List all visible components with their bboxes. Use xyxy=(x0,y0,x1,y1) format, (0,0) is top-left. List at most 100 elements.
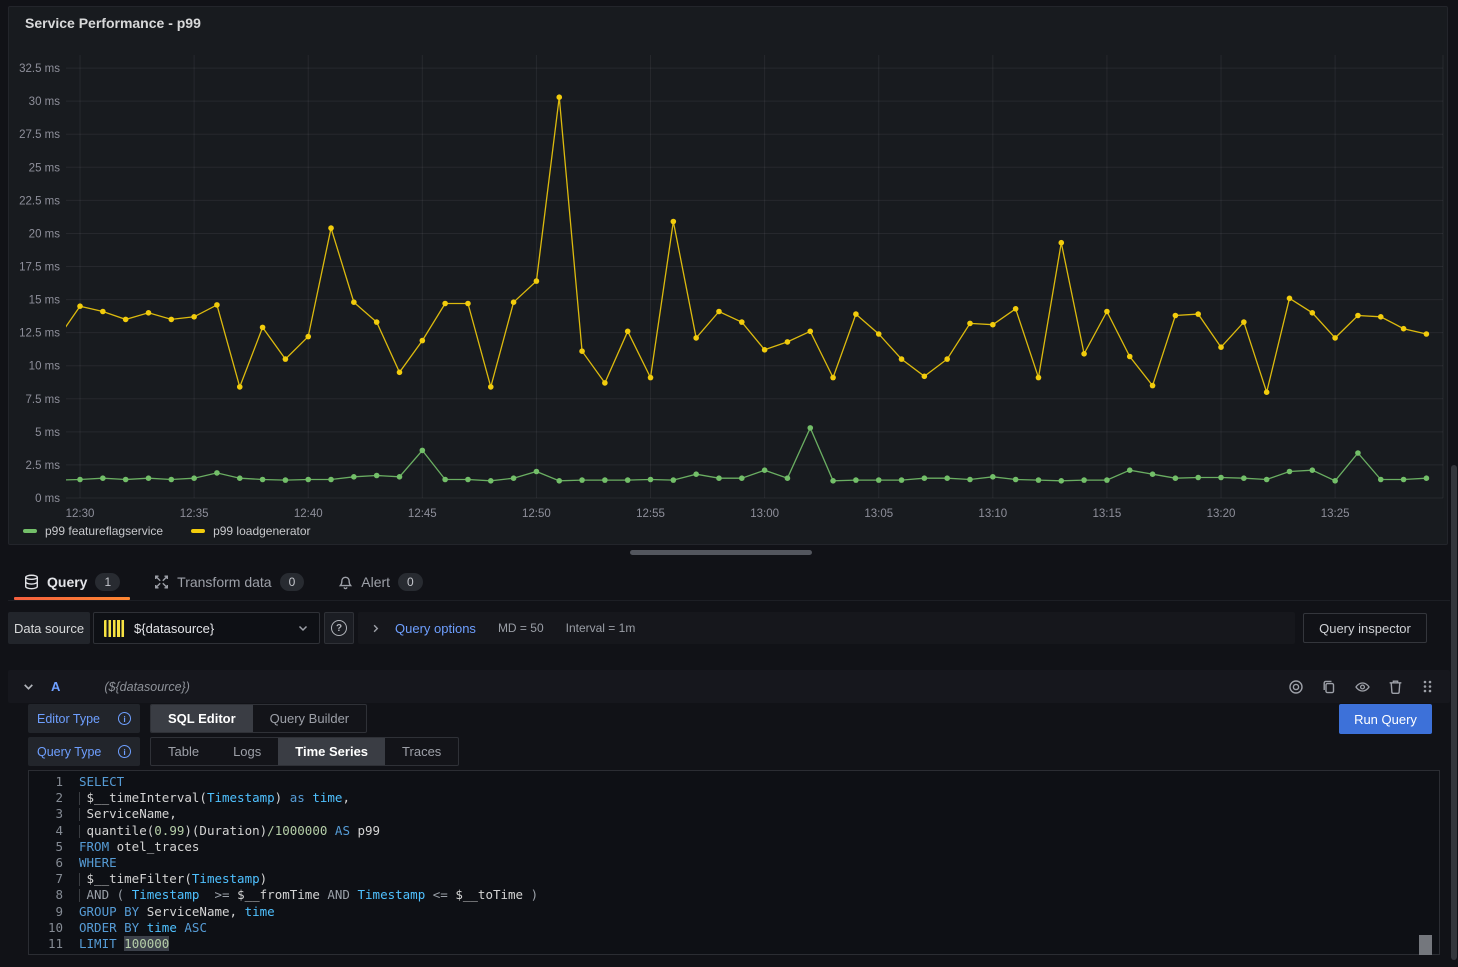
tab-query-label: Query xyxy=(47,574,87,590)
sql-line-number: 6 xyxy=(29,855,63,871)
svg-text:13:05: 13:05 xyxy=(864,508,893,520)
query-datasource-hint: (${datasource}) xyxy=(104,680,189,694)
sql-line-number: 1 xyxy=(29,774,63,790)
sql-line-number: 8 xyxy=(29,887,63,903)
svg-text:12:55: 12:55 xyxy=(636,508,665,520)
sql-editor-button[interactable]: SQL Editor xyxy=(151,705,253,732)
remove-query-icon xyxy=(1388,679,1403,695)
query-type-logs-button[interactable]: Logs xyxy=(216,738,278,765)
legend-item[interactable]: p99 loadgenerator xyxy=(191,524,310,538)
remove-query-button[interactable] xyxy=(1386,677,1405,697)
tab-transform-label: Transform data xyxy=(177,574,271,590)
svg-text:7.5 ms: 7.5 ms xyxy=(25,394,60,406)
query-ref-id: A xyxy=(51,679,60,694)
tab-alert-badge: 0 xyxy=(398,573,423,591)
tab-alert[interactable]: Alert 0 xyxy=(334,564,426,600)
sql-line: $__timeInterval(Timestamp) as time, xyxy=(79,790,1439,806)
sql-line: SELECT xyxy=(79,774,1439,790)
info-circle-icon: i xyxy=(118,745,131,758)
sql-line: FROM otel_traces xyxy=(79,839,1439,855)
query-type-table-button[interactable]: Table xyxy=(151,738,216,765)
query-type-timeseries-button[interactable]: Time Series xyxy=(278,738,385,765)
tab-query[interactable]: Query 1 xyxy=(20,564,124,600)
svg-text:22.5 ms: 22.5 ms xyxy=(19,195,60,207)
tab-transform-data[interactable]: Transform data 0 xyxy=(150,564,308,600)
max-data-points-value: MD = 50 xyxy=(498,621,544,635)
database-icon xyxy=(24,574,39,590)
drag-handle-icon[interactable] xyxy=(1418,677,1436,696)
sql-line-number: 4 xyxy=(29,823,63,839)
svg-text:5 ms: 5 ms xyxy=(35,427,60,439)
sql-line: GROUP BY ServiceName, time xyxy=(79,904,1439,920)
svg-text:20 ms: 20 ms xyxy=(29,228,61,240)
svg-text:13:00: 13:00 xyxy=(750,508,779,520)
hide-response-button[interactable] xyxy=(1352,677,1373,697)
svg-text:17.5 ms: 17.5 ms xyxy=(19,262,60,274)
sql-line: LIMIT 100000 xyxy=(79,936,1439,952)
svg-text:27.5 ms: 27.5 ms xyxy=(19,129,60,141)
datasource-picker[interactable]: ${datasource} xyxy=(93,612,320,644)
datasource-help-button[interactable]: ? xyxy=(324,612,354,644)
duplicate-query-button[interactable] xyxy=(1319,677,1339,697)
sql-line: ORDER BY time ASC xyxy=(79,920,1439,936)
page-scrollbar[interactable] xyxy=(1451,465,1457,960)
query-type-label: Query Type i xyxy=(28,737,140,766)
legend-item[interactable]: p99 featureflagservice xyxy=(23,524,163,538)
query-builder-button[interactable]: Query Builder xyxy=(253,705,366,732)
timeseries-panel: 0 ms2.5 ms5 ms7.5 ms10 ms12.5 ms15 ms17.… xyxy=(8,6,1448,545)
sql-line-number: 5 xyxy=(29,839,63,855)
query-options-link[interactable]: Query options xyxy=(395,621,476,636)
svg-text:12:50: 12:50 xyxy=(522,508,551,520)
svg-text:10 ms: 10 ms xyxy=(29,361,61,373)
query-type-traces-button[interactable]: Traces xyxy=(385,738,458,765)
run-query-button[interactable]: Run Query xyxy=(1339,704,1432,734)
query-type-label-text: Query Type xyxy=(37,745,101,759)
info-circle-icon: i xyxy=(118,712,131,725)
tab-transform-badge: 0 xyxy=(280,573,305,591)
hide-response-icon xyxy=(1354,679,1371,695)
svg-text:30 ms: 30 ms xyxy=(29,96,61,108)
sql-line: quantile(0.99)(Duration)/1000000 AS p99 xyxy=(79,823,1439,839)
chart-legend: p99 featureflagservice p99 loadgenerator xyxy=(23,524,311,538)
svg-text:13:15: 13:15 xyxy=(1093,508,1122,520)
editor-scrollbar[interactable] xyxy=(1419,935,1432,955)
interval-value: Interval = 1m xyxy=(566,621,636,635)
legend-swatch xyxy=(191,529,205,533)
clickhouse-bars-icon xyxy=(104,620,125,637)
query-row-header[interactable]: A (${datasource}) xyxy=(8,670,1450,703)
svg-text:15 ms: 15 ms xyxy=(29,295,61,307)
editor-tabbar: Query 1 Transform data 0 xyxy=(8,564,1450,601)
chevron-right-icon[interactable] xyxy=(370,623,381,634)
query-inspector-button[interactable]: Query inspector xyxy=(1303,613,1427,643)
legend-label: p99 featureflagservice xyxy=(45,524,163,538)
disable-query-button[interactable] xyxy=(1286,677,1306,697)
panel-title: Service Performance - p99 xyxy=(25,15,201,31)
bell-icon xyxy=(338,574,353,590)
query-options-bar: Query options MD = 50 Interval = 1m xyxy=(358,612,1295,644)
legend-label: p99 loadgenerator xyxy=(213,524,310,538)
sql-line: AND ( Timestamp >= $__fromTime AND Times… xyxy=(79,887,1439,903)
chevron-down-icon xyxy=(297,622,309,634)
svg-text:13:10: 13:10 xyxy=(978,508,1007,520)
sql-line-number: 3 xyxy=(29,806,63,822)
sql-line-number: 9 xyxy=(29,904,63,920)
sql-code-editor[interactable]: 1234567891011 SELECT $__timeInterval(Tim… xyxy=(28,770,1440,955)
sql-gutter: 1234567891011 xyxy=(29,774,79,954)
sql-code: SELECT $__timeInterval(Timestamp) as tim… xyxy=(79,774,1439,954)
svg-text:12:35: 12:35 xyxy=(180,508,209,520)
grafana-panel-edit-page: 0 ms2.5 ms5 ms7.5 ms10 ms12.5 ms15 ms17.… xyxy=(0,0,1458,967)
horizontal-scrollbar[interactable] xyxy=(630,550,812,555)
svg-text:25 ms: 25 ms xyxy=(29,162,61,174)
svg-text:12:30: 12:30 xyxy=(66,508,95,520)
datasource-value: ${datasource} xyxy=(134,621,288,636)
editor-type-label: Editor Type i xyxy=(28,704,140,733)
disable-query-icon xyxy=(1288,679,1304,695)
timeseries-chart: 0 ms2.5 ms5 ms7.5 ms10 ms12.5 ms15 ms17.… xyxy=(9,7,1449,546)
active-tab-underline xyxy=(14,597,130,600)
svg-text:13:20: 13:20 xyxy=(1207,508,1236,520)
legend-swatch xyxy=(23,529,37,533)
tab-query-badge: 1 xyxy=(95,573,120,591)
svg-text:0 ms: 0 ms xyxy=(35,493,60,505)
chevron-down-icon[interactable] xyxy=(22,680,35,693)
sql-line: ServiceName, xyxy=(79,806,1439,822)
